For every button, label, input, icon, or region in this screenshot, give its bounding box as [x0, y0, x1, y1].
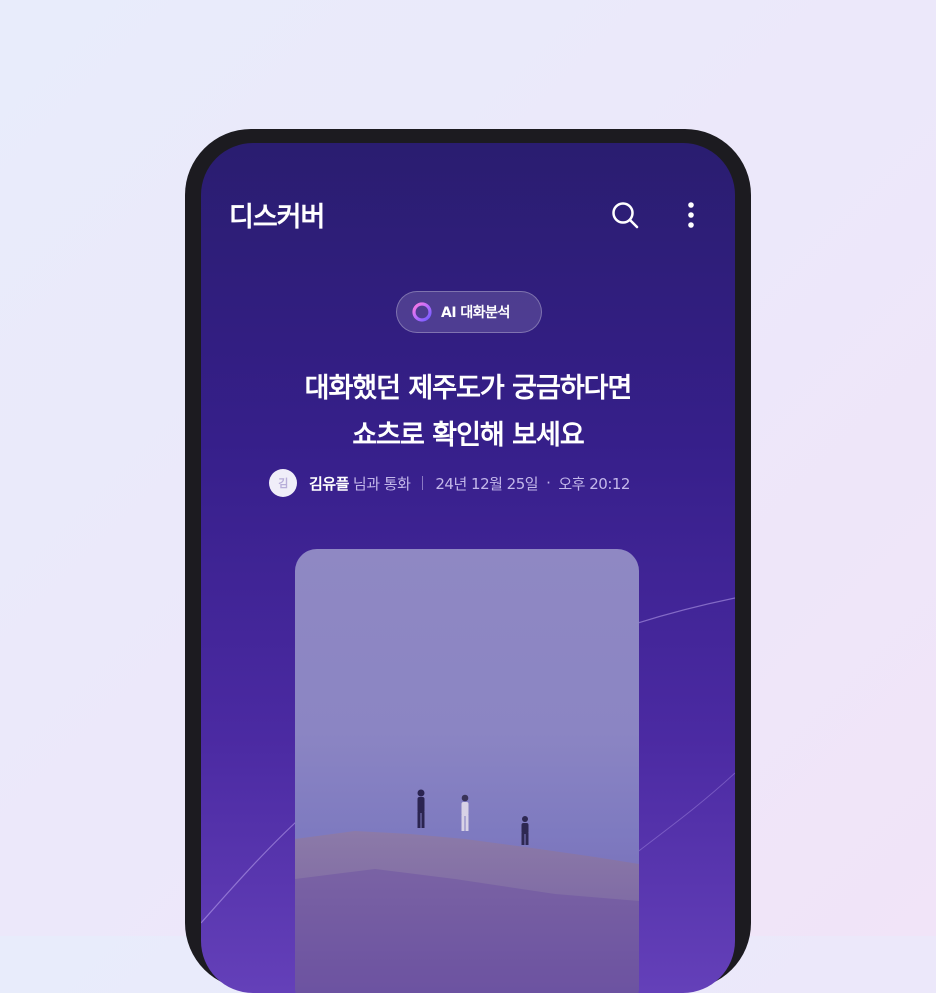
ai-analysis-badge[interactable]: AI 대화분석 — [396, 291, 542, 333]
ai-ring-icon — [412, 302, 432, 322]
meta-divider — [422, 476, 424, 490]
call-time: 오후 20:12 — [558, 474, 630, 493]
page-title: 디스커버 — [229, 202, 325, 233]
headline-line-2: 쇼츠로 확인해 보세요 — [352, 420, 584, 451]
shorts-video-thumbnail[interactable] — [295, 549, 639, 993]
caller-suffix: 님과 통화 — [352, 474, 411, 493]
avatar: 김 — [269, 469, 297, 497]
meta-dot: · — [546, 474, 551, 492]
app-header: 디스커버 — [201, 143, 735, 293]
call-date: 24년 12월 25일 — [435, 474, 539, 493]
headline-line-1: 대화했던 제주도가 궁금하다면 — [304, 373, 633, 404]
search-button[interactable] — [609, 199, 641, 231]
app-screen: 디스커버 AI 대화분석 대화했던 제주도가 궁금하다면 쇼츠로 확인해 보세요… — [201, 143, 735, 993]
call-meta: 김 김유플 님과 통화 24년 12월 25일 · 오후 20:12 — [269, 468, 689, 498]
badge-label: AI 대화분석 — [441, 305, 510, 321]
caller-name: 김유플 — [309, 474, 349, 493]
more-options-button[interactable] — [675, 199, 707, 231]
headline: 대화했던 제주도가 궁금하다면 쇼츠로 확인해 보세요 — [221, 365, 715, 459]
more-vertical-icon — [688, 202, 694, 228]
search-icon — [612, 202, 639, 229]
hill-landscape-image — [295, 789, 639, 993]
